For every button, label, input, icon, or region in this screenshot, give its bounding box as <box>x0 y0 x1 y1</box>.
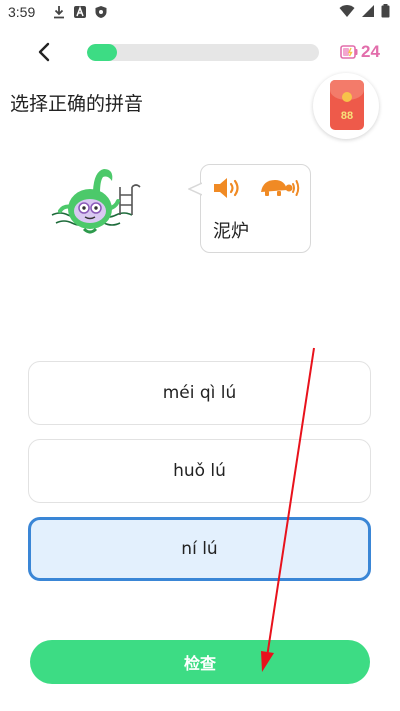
battery-icon <box>381 4 390 18</box>
signal-icon <box>362 5 374 17</box>
check-button[interactable]: 检查 <box>30 640 370 684</box>
red-packet-seal <box>342 92 352 102</box>
question-prompt: 选择正确的拼音 <box>10 93 144 115</box>
download-icon <box>54 6 64 19</box>
turtle-slow-icon[interactable] <box>259 176 301 200</box>
lesson-progress-fill <box>87 44 118 61</box>
target-word: 泥炉 <box>213 221 249 242</box>
wifi-icon <box>339 5 355 17</box>
red-packet-amount: 88 <box>340 110 354 122</box>
back-arrow-icon[interactable] <box>33 40 57 64</box>
answer-option-3[interactable]: ní lú <box>28 517 371 581</box>
energy-counter[interactable]: 24 <box>340 42 380 62</box>
energy-count: 24 <box>361 42 380 61</box>
lesson-progress-bar <box>87 44 319 61</box>
shield-icon <box>95 6 107 18</box>
bubble-tail <box>188 182 202 196</box>
a-badge-icon <box>74 5 86 18</box>
energy-battery-icon <box>340 45 358 59</box>
answer-option-2[interactable]: huǒ lú <box>28 439 371 503</box>
speaker-icon[interactable] <box>212 176 242 200</box>
status-time: 3:59 <box>8 4 36 20</box>
mascot-icon <box>51 169 141 234</box>
answer-option-1[interactable]: méi qì lú <box>28 361 371 425</box>
